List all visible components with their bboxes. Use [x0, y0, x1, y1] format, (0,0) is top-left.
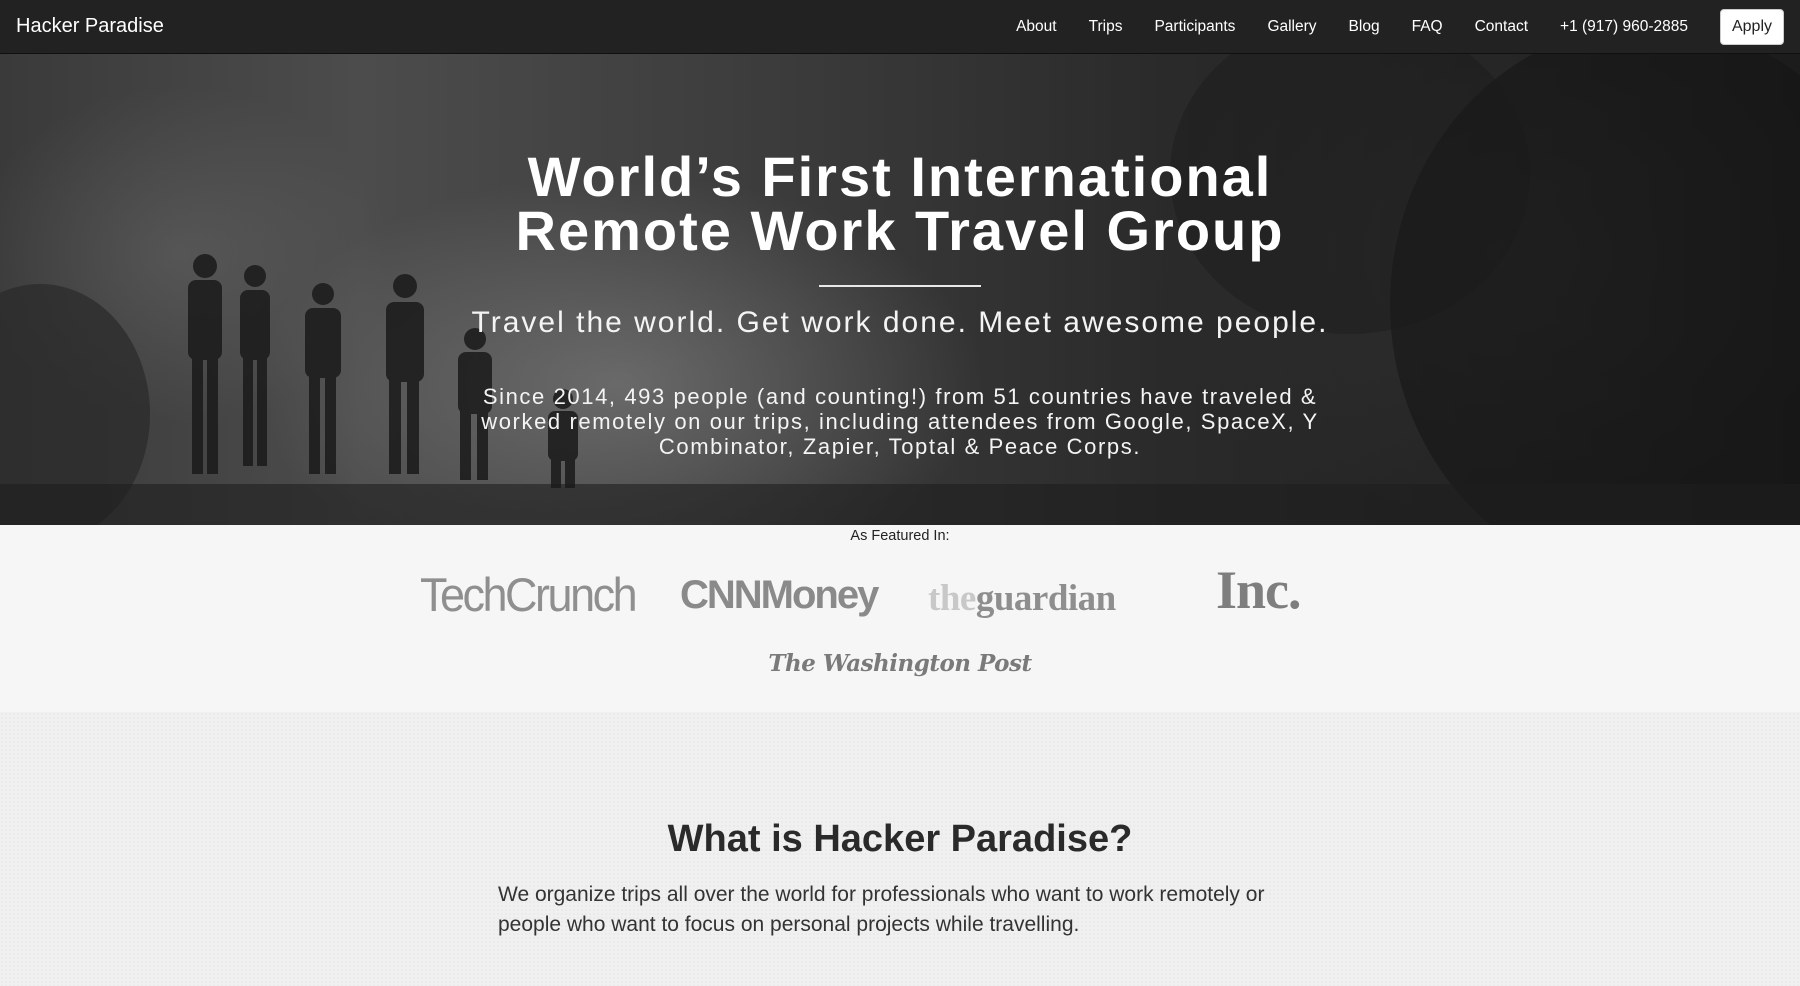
nav-link-faq[interactable]: FAQ: [1412, 18, 1443, 36]
hero-title-line-2: Remote Work Travel Group: [515, 199, 1285, 262]
hero-title: World’s First International Remote Work …: [0, 145, 1800, 262]
apply-button[interactable]: Apply: [1720, 9, 1784, 45]
hero-section: World’s First International Remote Work …: [0, 54, 1800, 525]
nav-link-participants[interactable]: Participants: [1154, 18, 1235, 36]
about-text: We organize trips all over the world for…: [498, 883, 1265, 936]
techcrunch-logo: TechCrunch: [420, 567, 638, 622]
guardian-logo-the: the: [928, 578, 976, 619]
nav-link-phone[interactable]: +1 (917) 960-2885: [1560, 18, 1688, 36]
hero-title-line-1: World’s First International: [527, 145, 1273, 208]
brand-link[interactable]: Hacker Paradise: [16, 0, 164, 54]
inc-logo: Inc.: [1216, 560, 1302, 620]
featured-label: As Featured In:: [850, 528, 950, 544]
about-heading: What is Hacker Paradise?: [667, 818, 1133, 860]
nav-link-about[interactable]: About: [1016, 18, 1057, 36]
hero-tagline: Travel the world. Get work done. Meet aw…: [471, 306, 1329, 339]
cnnmoney-logo: CNNMoney: [680, 573, 879, 617]
featured-in-section: As Featured In: TechCrunch CNNMoney theg…: [0, 525, 1800, 712]
about-section: What is Hacker Paradise? We organize tri…: [0, 712, 1800, 986]
top-navbar: Hacker Paradise About Trips Participants…: [0, 0, 1800, 54]
nav-link-contact[interactable]: Contact: [1475, 18, 1528, 36]
washington-post-logo: The Washington Post: [768, 650, 1032, 677]
guardian-logo: theguardian: [928, 577, 1116, 620]
nav-links: About Trips Participants Gallery Blog FA…: [1016, 0, 1800, 54]
hero-divider: [819, 285, 981, 287]
guardian-logo-name: guardian: [975, 578, 1116, 619]
hero-description: Since 2014, 493 people (and counting!) f…: [481, 384, 1319, 459]
nav-link-trips[interactable]: Trips: [1089, 18, 1123, 36]
nav-link-blog[interactable]: Blog: [1349, 18, 1380, 36]
nav-link-gallery[interactable]: Gallery: [1267, 18, 1316, 36]
